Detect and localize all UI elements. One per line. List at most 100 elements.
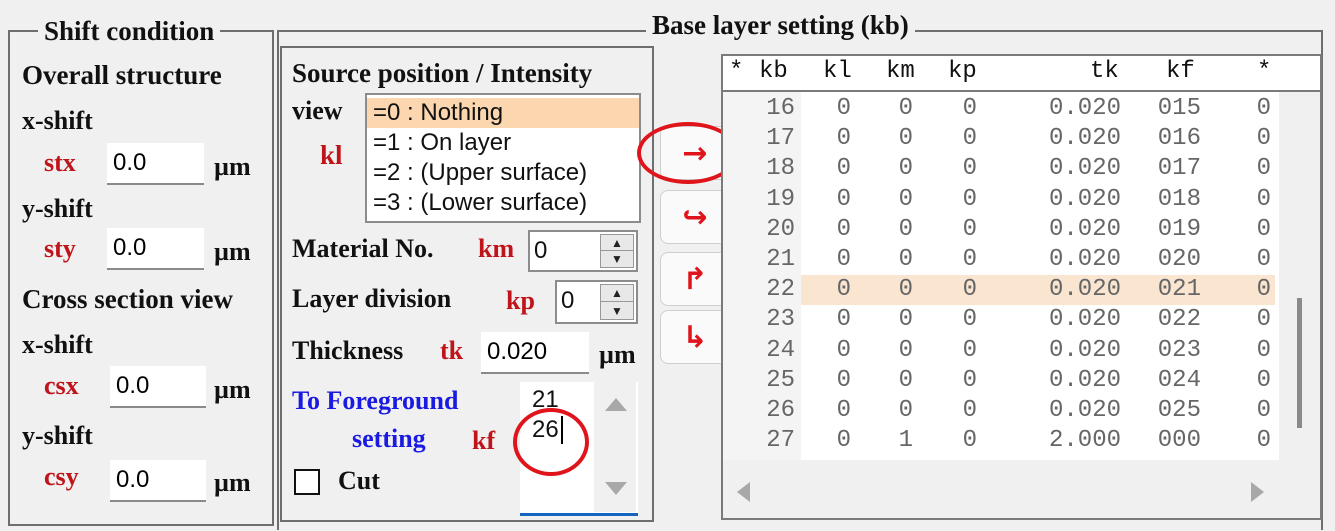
kp-up-icon[interactable]: ▲ — [601, 285, 633, 302]
table-row[interactable]: 23 0 0 0 0.020 022 0 — [723, 305, 1279, 335]
kl-option-2[interactable]: =2 : (Upper surface) — [367, 158, 639, 188]
source-position-title: Source position / Intensity — [292, 58, 593, 88]
header-kb: kb — [759, 58, 788, 85]
kp-down-icon[interactable]: ▼ — [601, 302, 633, 319]
km-value[interactable]: 0 — [534, 232, 547, 270]
cell-kb: 21 — [766, 246, 795, 273]
tk-label: tk — [440, 336, 464, 365]
table-row[interactable]: 24 0 0 0 0.020 023 0 — [723, 336, 1279, 366]
cell-tk: 0.020 — [1048, 276, 1121, 304]
foreground-label-line1: To Foreground — [292, 386, 459, 415]
scroll-down-icon[interactable] — [605, 482, 627, 495]
cross-section-label: Cross section view — [22, 284, 233, 314]
cell-kb: 22 — [766, 276, 795, 304]
cell-km: 0 — [898, 306, 913, 334]
table-row[interactable]: 18 0 0 0 0.020 017 0 — [723, 154, 1279, 184]
table-row[interactable]: 26 0 0 0 0.020 025 0 — [723, 396, 1279, 426]
cell-kf: 024 — [1157, 366, 1201, 394]
kl-option-3[interactable]: =3 : (Lower surface) — [367, 188, 639, 218]
cell-kl: 0 — [836, 246, 851, 273]
overall-structure-label: Overall structure — [22, 60, 222, 90]
base-layer-title: Base layer setting (kb) — [646, 10, 915, 40]
csy-input[interactable] — [110, 460, 206, 502]
cell-tk: 0.020 — [1048, 155, 1121, 183]
table-row[interactable]: 20 0 0 0 0.020 019 0 — [723, 215, 1279, 245]
sty-input[interactable] — [107, 228, 204, 270]
up-right-icon: ↱ — [682, 261, 708, 297]
cell-kf: 020 — [1157, 246, 1201, 273]
cell-kl: 0 — [836, 306, 851, 334]
cell-kb: 17 — [766, 125, 795, 153]
cell-km: 0 — [898, 185, 913, 213]
table-row[interactable]: 22 0 0 0 0.020 021 0 — [723, 275, 1279, 306]
scroll-right-icon[interactable] — [1251, 482, 1264, 502]
cell-tk: 0.020 — [1048, 215, 1121, 243]
scroll-up-icon[interactable] — [605, 398, 627, 411]
cell-kl: 0 — [836, 336, 851, 364]
horizontal-scrollbar[interactable] — [723, 460, 1320, 516]
kp-spinner[interactable]: 0 ▲ ▼ — [555, 280, 638, 324]
stx-input[interactable] — [107, 143, 204, 185]
arrow-right-button[interactable]: → — [660, 126, 730, 180]
kf-scrollbar[interactable] — [594, 382, 636, 512]
cell-tk: 0.020 — [1048, 306, 1121, 334]
kf-line-1: 21 — [532, 386, 559, 413]
table-row[interactable]: 19 0 0 0 0.020 018 0 — [723, 185, 1279, 215]
kf-line-2: 26 — [532, 416, 563, 444]
table-row[interactable]: 17 0 0 0 0.020 016 0 — [723, 124, 1279, 154]
row-selection-highlight — [801, 275, 1275, 306]
insert-button[interactable]: ↪ — [660, 190, 730, 244]
table-row[interactable]: 21 0 0 0 0.020 020 0 — [723, 245, 1279, 275]
scroll-left-icon[interactable] — [737, 482, 750, 502]
cell-kp: 0 — [962, 397, 977, 424]
km-spinner[interactable]: 0 ▲ ▼ — [528, 230, 638, 272]
cell-kf: 025 — [1157, 397, 1201, 424]
layer-division-label: Layer division — [292, 284, 452, 313]
cell-kp: 0 — [962, 336, 977, 364]
kl-option-1[interactable]: =1 : On layer — [367, 128, 639, 158]
table-row[interactable]: 25 0 0 0 0.020 024 0 — [723, 366, 1279, 396]
cell-tk: 0.020 — [1048, 366, 1121, 394]
km-down-icon[interactable]: ▼ — [601, 251, 633, 267]
table-row[interactable]: 16 0 0 0 0.020 015 0 — [723, 94, 1279, 124]
km-up-icon[interactable]: ▲ — [601, 235, 633, 251]
stx-unit: µm — [214, 152, 251, 181]
up-right-button[interactable]: ↱ — [660, 252, 730, 306]
cell-kf: 023 — [1157, 336, 1201, 364]
kp-value[interactable]: 0 — [561, 282, 574, 320]
cell-km: 0 — [898, 125, 913, 153]
cell-x: 0 — [1256, 125, 1271, 153]
cell-kf: 019 — [1157, 215, 1201, 243]
csx-input[interactable] — [110, 366, 206, 408]
kf-label: kf — [472, 426, 496, 455]
cell-tk: 0.020 — [1048, 185, 1121, 213]
kl-option-0[interactable]: =0 : Nothing — [367, 98, 639, 128]
cell-kf: 000 — [1157, 427, 1201, 455]
cell-x: 0 — [1256, 306, 1271, 334]
arrow-right-icon: → — [682, 135, 708, 171]
cell-kf: 022 — [1157, 306, 1201, 334]
base-layer-table[interactable]: * kb kl km kp tk kf * 16 0 0 0 0.020 015 0 17 0 0… — [721, 54, 1322, 520]
vertical-scrollbar[interactable] — [1279, 92, 1320, 460]
header-kl: kl — [823, 58, 852, 85]
view-label: view — [292, 96, 343, 125]
cut-checkbox[interactable] — [294, 469, 320, 495]
tk-input[interactable] — [481, 332, 589, 374]
cell-kb: 27 — [766, 427, 795, 455]
cell-kb: 16 — [766, 95, 795, 122]
cell-x: 0 — [1256, 155, 1271, 183]
cell-kp: 0 — [962, 246, 977, 273]
cell-kb: 25 — [766, 366, 795, 394]
shift-condition-group — [8, 30, 274, 526]
cell-x: 0 — [1256, 215, 1271, 243]
table-row[interactable]: 27 0 1 0 2.000 000 0 — [723, 426, 1279, 456]
csx-x-shift-label: x-shift — [22, 330, 93, 359]
cell-kl: 0 — [836, 427, 851, 455]
cell-x: 0 — [1256, 246, 1271, 273]
down-right-button[interactable]: ↳ — [660, 310, 730, 364]
cell-tk: 0.020 — [1048, 336, 1121, 364]
kf-textarea[interactable]: 21 26 — [520, 382, 638, 516]
vertical-scroll-thumb[interactable] — [1297, 298, 1302, 428]
cell-kf: 018 — [1157, 185, 1201, 213]
kl-listbox[interactable]: =0 : Nothing =1 : On layer =2 : (Upper s… — [365, 93, 641, 223]
